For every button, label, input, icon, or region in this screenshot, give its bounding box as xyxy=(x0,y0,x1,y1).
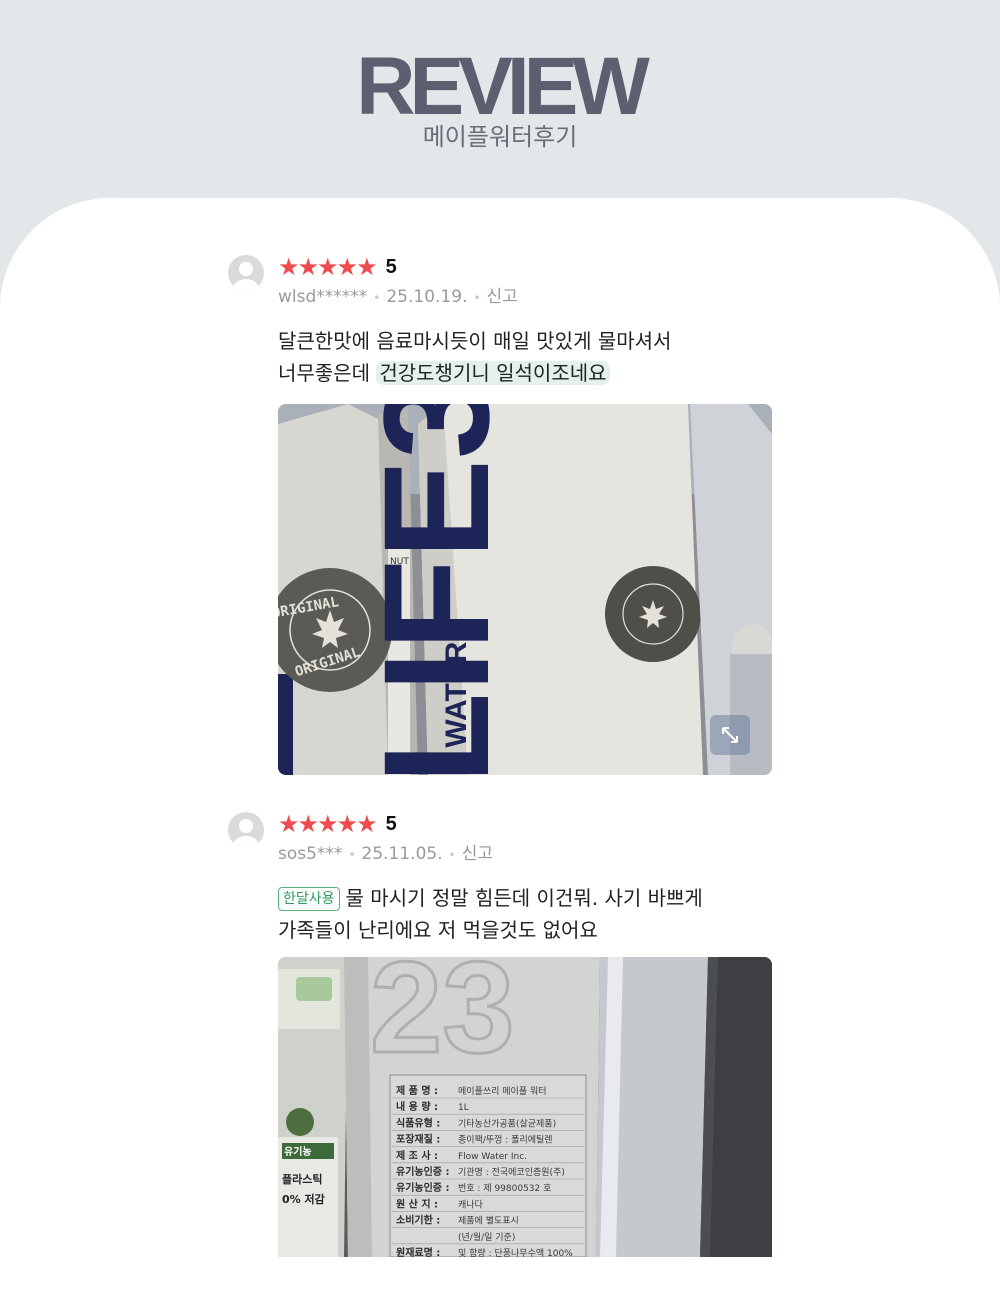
label-row-key: 유기농인증 : xyxy=(396,1181,449,1194)
review-line: 너무좋은데 건강도챙기니 일석이조네요 xyxy=(278,357,778,389)
review-date: 25.10.19. xyxy=(386,287,468,307)
original-seal-right xyxy=(605,566,701,662)
review-line: 한달사용 물 마시기 정말 힘든데 이건뭐. 사기 바쁘게 xyxy=(278,882,778,914)
header: REVIEW 메이플워터후기 xyxy=(0,0,1000,200)
report-link[interactable]: 신고 xyxy=(462,844,493,864)
label-row-value: 번호 : 제 99800532 호 xyxy=(458,1183,551,1194)
separator-dot: • xyxy=(473,291,481,305)
review-photo[interactable]: 유기농 플라스틱 0% 저감 23 제 품 명 : 메이플쓰리 메이플 워터내 용… xyxy=(278,957,772,1257)
page-subtitle: 메이플워터후기 xyxy=(422,123,578,151)
avatar-head-shape xyxy=(239,262,253,276)
review-line-part: 너무좋은데 xyxy=(278,361,377,385)
rating-score: 5 xyxy=(385,256,397,278)
label-row-value: 캐나다 xyxy=(458,1199,484,1210)
label-row-key: 제 품 명 : xyxy=(396,1084,438,1097)
label-row-key: 내 용 량 : xyxy=(396,1100,438,1113)
star-rating-icon: ★★★★★ xyxy=(278,253,378,281)
label-row-key: 제 조 사 : xyxy=(396,1149,438,1162)
review-text: 달큰한맛에 음료마시듯이 매일 맛있게 물마셔서 너무좋은데 건강도챙기니 일석… xyxy=(278,325,778,389)
review-line-part: 물 마시기 정말 힘든데 이건뭐. 사기 바쁘게 xyxy=(345,886,703,910)
username: wlsd****** xyxy=(278,287,368,307)
expand-icon[interactable] xyxy=(710,715,750,755)
review-date: 25.11.05. xyxy=(361,844,443,864)
rating: ★★★★★ 5 xyxy=(278,809,397,839)
label-row-value: 및 함량 : 단풍나무수액 100% xyxy=(458,1247,573,1257)
avatar-head-shape xyxy=(239,819,253,833)
label-row-key: 원재료명 : xyxy=(396,1246,440,1257)
package-side-text: 플라스틱 xyxy=(282,1172,322,1186)
review-meta: sos5*** • 25.11.05. • 신고 xyxy=(278,842,493,867)
review-text: 한달사용 물 마시기 정말 힘든데 이건뭐. 사기 바쁘게 가족들이 난리에요 저… xyxy=(278,882,778,946)
avatar xyxy=(228,812,264,848)
usage-badge: 한달사용 xyxy=(278,887,340,911)
label-row-value: (년/월/일 기준) xyxy=(458,1231,515,1243)
report-link[interactable]: 신고 xyxy=(487,287,518,307)
separator-dot: • xyxy=(448,848,456,862)
carton-big-number: 23 xyxy=(370,957,515,1080)
page-title: REVIEW xyxy=(356,41,649,132)
label-row-value: 1L xyxy=(458,1103,469,1113)
package-side-text: 0% 저감 xyxy=(282,1192,325,1206)
label-row-key: 소비기한 : xyxy=(396,1214,440,1227)
rating: ★★★★★ 5 xyxy=(278,252,397,282)
label-row-value: 기관명 : 전국에코인증원(주) xyxy=(458,1167,565,1178)
label-row-key: 원 산 지 : xyxy=(396,1197,438,1210)
username: sos5*** xyxy=(278,844,343,864)
star-rating-icon: ★★★★★ xyxy=(278,810,378,838)
label-row-value: 종이팩/뚜껑 : 폴리에틸렌 xyxy=(458,1134,553,1146)
separator-dot: • xyxy=(348,848,356,862)
package-side-text: 유기농 xyxy=(284,1145,312,1158)
review-photo-image: NUT ORIGINAL ORIGINAL LIFE3 E WATER xyxy=(278,404,772,775)
avatar xyxy=(228,255,264,291)
carton-label-text: E WATER xyxy=(440,641,473,775)
expand-icon-glyph xyxy=(722,727,738,743)
brand-logo-text: LIFE3 xyxy=(352,404,520,775)
label-row-value: 메이플쓰리 메이플 워터 xyxy=(458,1086,547,1097)
review-line: 달큰한맛에 음료마시듯이 매일 맛있게 물마셔서 xyxy=(278,329,672,353)
label-row-key: 포장재질 : xyxy=(396,1133,440,1146)
review-photo-image: 유기농 플라스틱 0% 저감 23 제 품 명 : 메이플쓰리 메이플 워터내 용… xyxy=(278,957,772,1257)
label-row-value: 제품에 별도표시 xyxy=(458,1216,519,1227)
rating-score: 5 xyxy=(385,813,397,835)
review-line: 가족들이 난리에요 저 먹을것도 없어요 xyxy=(278,918,598,942)
avatar-body-shape xyxy=(233,279,259,291)
review-highlight: 건강도챙기니 일석이조네요 xyxy=(376,361,610,385)
label-row-key: 식품유형 : xyxy=(396,1116,440,1129)
separator-dot: • xyxy=(373,291,381,305)
review-meta: wlsd****** • 25.10.19. • 신고 xyxy=(278,285,518,310)
avatar-body-shape xyxy=(233,836,259,848)
label-row-value: 기타농산가공품(살균제품) xyxy=(458,1118,556,1129)
label-row-value: Flow Water Inc. xyxy=(458,1152,527,1162)
label-row-key: 유기농인증 : xyxy=(396,1165,449,1178)
review-photo[interactable]: NUT ORIGINAL ORIGINAL LIFE3 E WATER xyxy=(278,404,772,775)
